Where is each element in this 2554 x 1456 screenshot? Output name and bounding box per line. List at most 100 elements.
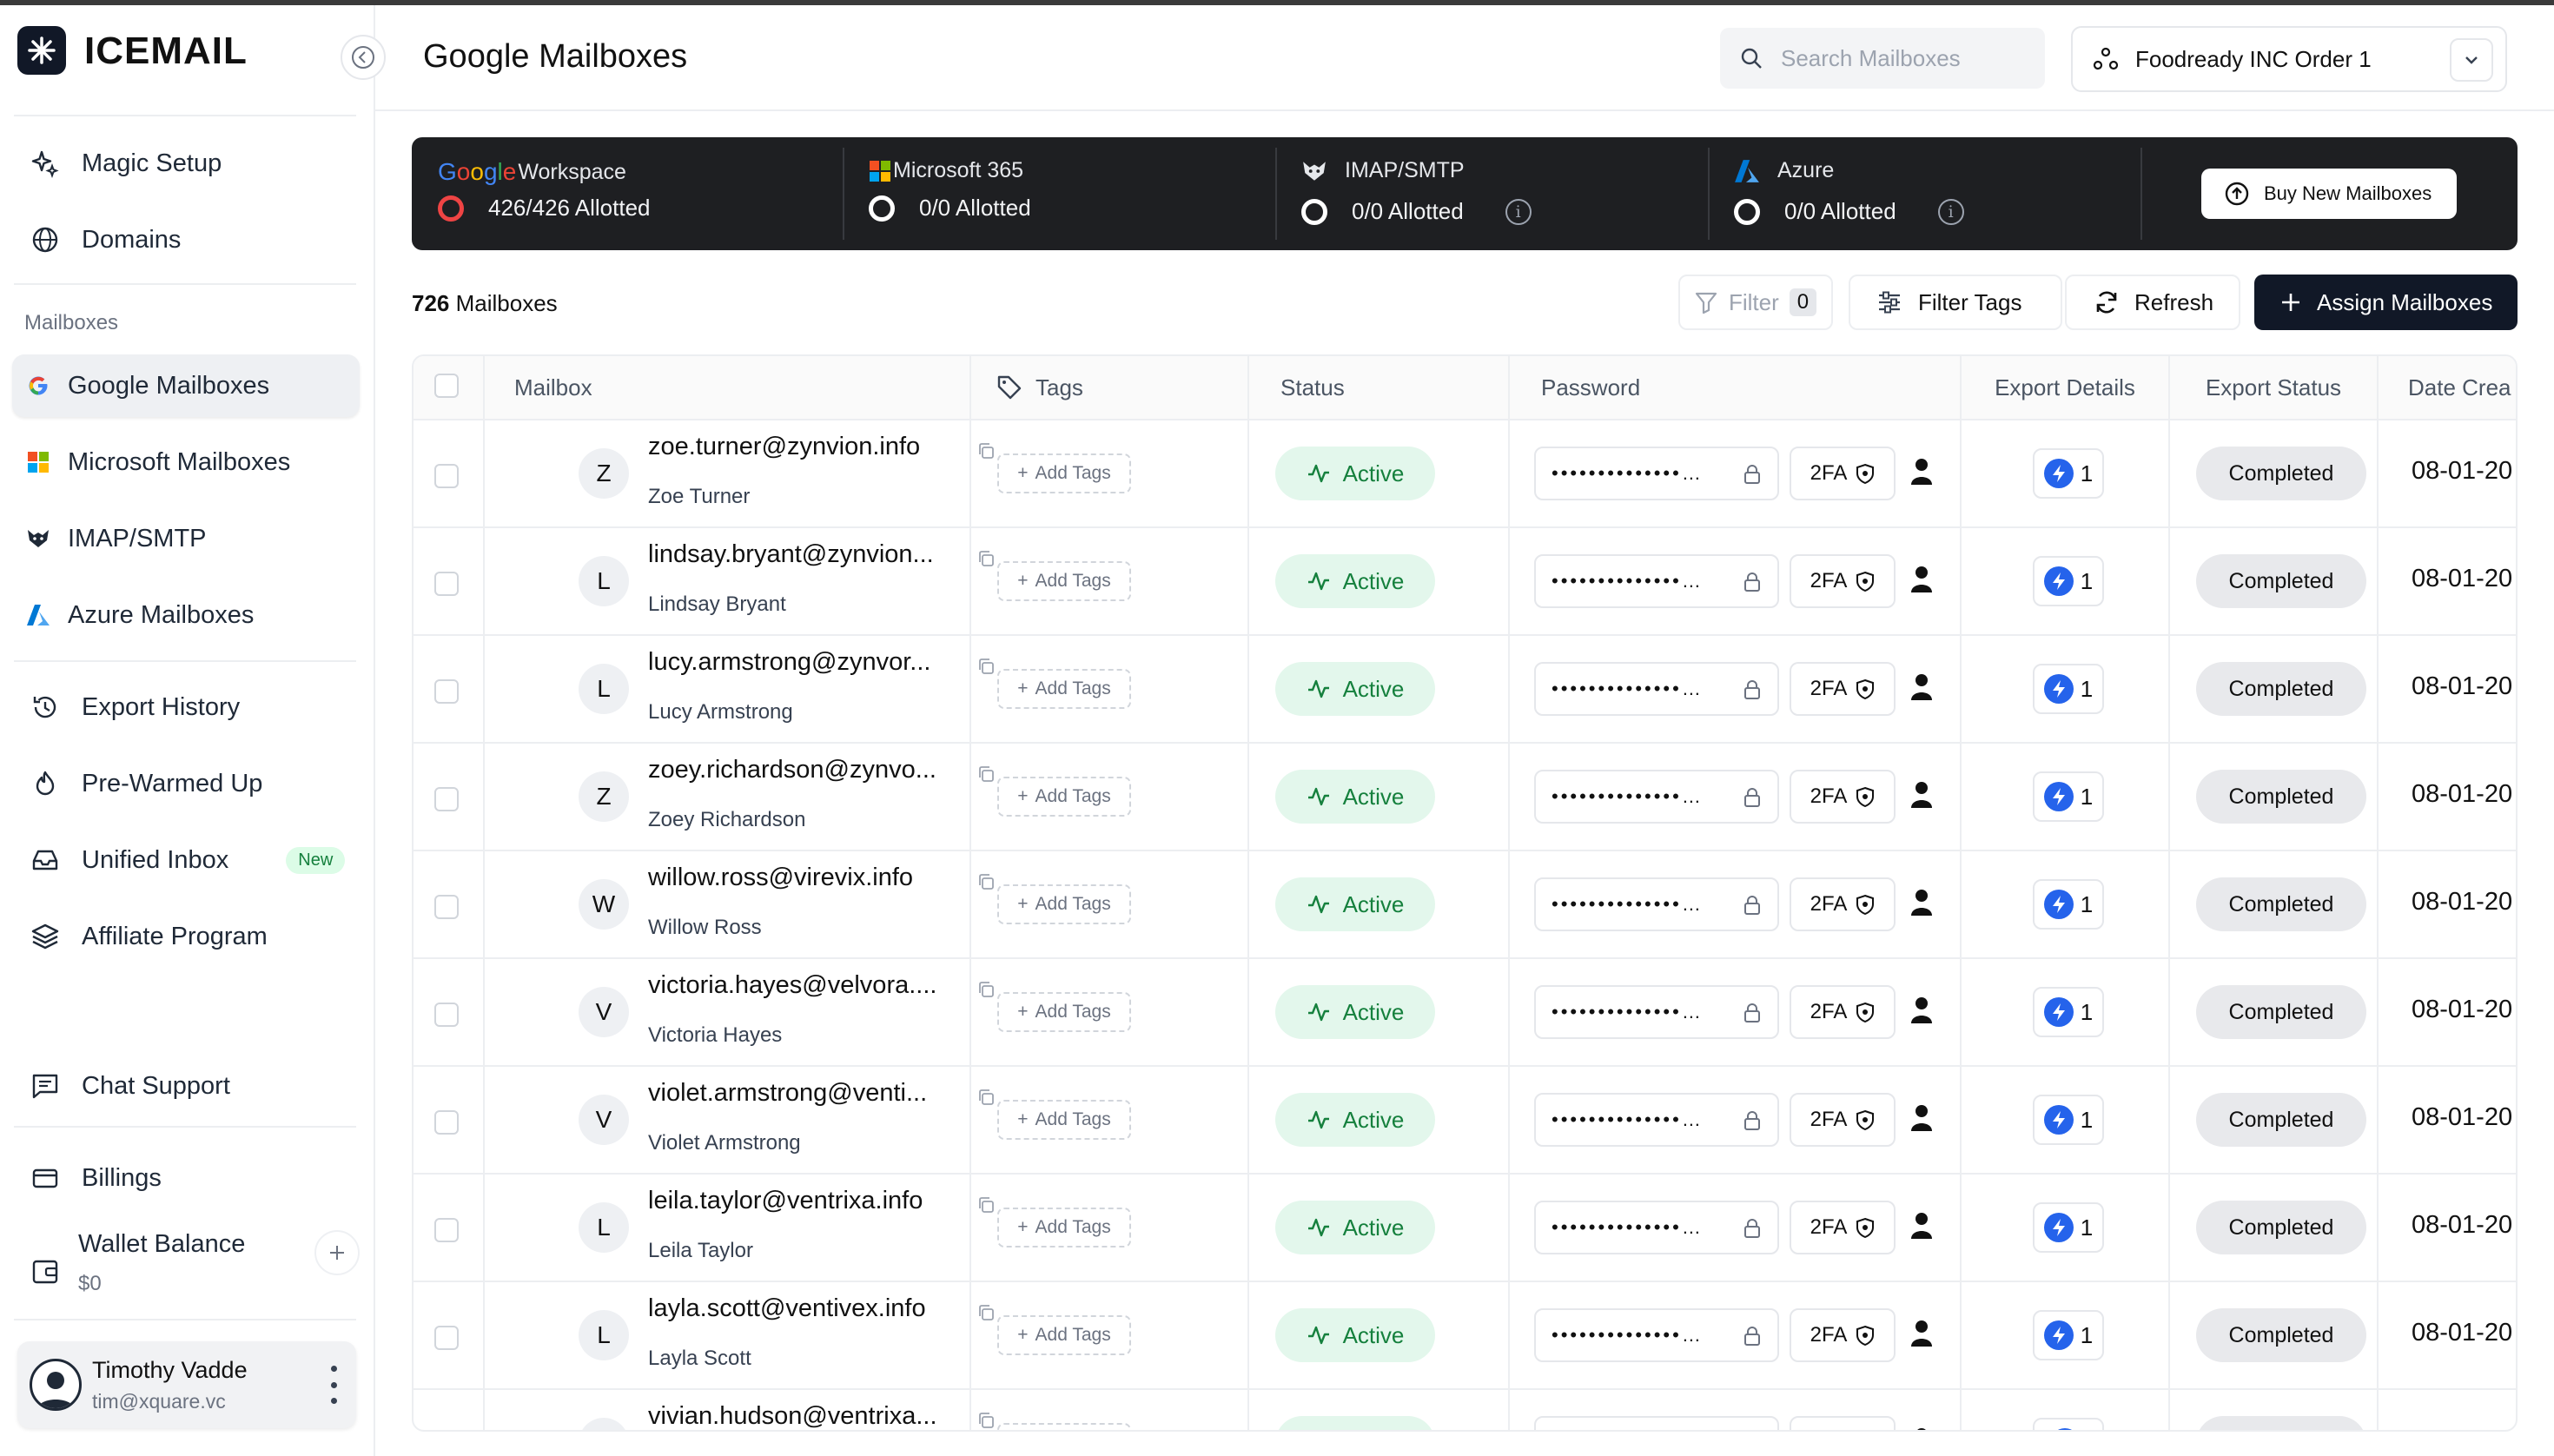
add-tags-button[interactable]: +Add Tags <box>997 669 1131 709</box>
mailbox-email[interactable]: leila.taylor@ventrixa.info <box>648 1187 923 1215</box>
nav-chat-support[interactable]: Chat Support <box>12 1055 360 1117</box>
password-field[interactable]: ••••••••••••••… <box>1534 554 1779 608</box>
add-tags-button[interactable]: +Add Tags <box>997 561 1131 601</box>
export-details-button[interactable]: 1 <box>2033 771 2104 822</box>
more-options-icon[interactable] <box>321 1366 346 1404</box>
export-details-button[interactable]: 1 <box>2033 879 2104 930</box>
add-tags-button[interactable]: +Add Tags <box>997 453 1131 493</box>
column-tags[interactable]: Tags <box>971 356 1249 419</box>
nav-azure-mailboxes[interactable]: Azure Mailboxes <box>12 584 360 646</box>
nav-microsoft-mailboxes[interactable]: Microsoft Mailboxes <box>12 431 360 493</box>
2fa-button[interactable]: 2FA <box>1790 1308 1896 1362</box>
password-field[interactable]: ••••••••••••••… <box>1534 1093 1779 1147</box>
user-icon[interactable] <box>1909 1426 1934 1432</box>
user-icon[interactable] <box>1909 996 1934 1025</box>
mailbox-email[interactable]: zoey.richardson@zynvo... <box>648 756 936 784</box>
mailbox-email[interactable]: vivian.hudson@ventrixa... <box>648 1402 937 1430</box>
lock-icon[interactable] <box>1743 787 1762 808</box>
buy-new-mailboxes-button[interactable]: Buy New Mailboxes <box>2201 169 2457 219</box>
password-field[interactable]: ••••••••••••••… <box>1534 770 1779 824</box>
nav-domains[interactable]: Domains <box>12 208 360 271</box>
nav-billings[interactable]: Billings <box>12 1147 360 1209</box>
nav-affiliate-program[interactable]: Affiliate Program <box>12 905 360 968</box>
provider-microsoft[interactable]: Microsoft 365 0/0 Allotted <box>869 137 1277 250</box>
password-field[interactable]: ••••••••••••••… <box>1534 1308 1779 1362</box>
password-field[interactable]: ••••••••••••••… <box>1534 447 1779 500</box>
nav-wallet-balance[interactable]: Wallet Balance <box>12 1230 299 1303</box>
export-details-button[interactable]: 1 <box>2033 556 2104 606</box>
2fa-button[interactable]: 2FA <box>1790 1416 1896 1430</box>
nav-imap-smtp[interactable]: IMAP/SMTP <box>12 507 360 570</box>
nav-google-mailboxes[interactable]: Google Mailboxes <box>12 354 360 417</box>
user-icon[interactable] <box>1909 1211 1934 1241</box>
add-tags-button[interactable]: +Add Tags <box>997 1315 1131 1355</box>
add-tags-button[interactable]: +Add Tags <box>997 777 1131 817</box>
chevron-down-icon[interactable] <box>2450 38 2493 82</box>
provider-azure[interactable]: Azure 0/0 Allotted i <box>1734 137 2142 250</box>
row-checkbox[interactable] <box>434 572 459 596</box>
filter-tags-button[interactable]: Filter Tags <box>1849 275 2062 330</box>
2fa-button[interactable]: 2FA <box>1790 662 1896 716</box>
lock-icon[interactable] <box>1743 895 1762 916</box>
add-tags-button[interactable]: +Add Tags <box>997 1423 1131 1430</box>
mailbox-email[interactable]: victoria.hayes@velvora.... <box>648 971 936 1000</box>
lock-icon[interactable] <box>1743 1326 1762 1347</box>
2fa-button[interactable]: 2FA <box>1790 877 1896 931</box>
row-checkbox[interactable] <box>434 679 459 704</box>
export-details-button[interactable] <box>2033 1418 2104 1430</box>
mailbox-email[interactable]: willow.ross@virevix.info <box>648 864 913 892</box>
lock-icon[interactable] <box>1743 1110 1762 1131</box>
add-tags-button[interactable]: +Add Tags <box>997 1208 1131 1248</box>
mailbox-email[interactable]: violet.armstrong@venti... <box>648 1079 927 1108</box>
nav-unified-inbox[interactable]: Unified Inbox New <box>12 829 360 891</box>
filter-button[interactable]: Filter 0 <box>1678 275 1833 330</box>
user-icon[interactable] <box>1909 1319 1934 1348</box>
mailbox-email[interactable]: lucy.armstrong@zynvor... <box>648 648 930 677</box>
lock-icon[interactable] <box>1743 1218 1762 1239</box>
export-details-button[interactable]: 1 <box>2033 664 2104 714</box>
user-icon[interactable] <box>1909 780 1934 810</box>
user-icon[interactable] <box>1909 565 1934 594</box>
lock-icon[interactable] <box>1743 1003 1762 1023</box>
2fa-button[interactable]: 2FA <box>1790 985 1896 1039</box>
column-mailbox[interactable]: Mailbox <box>485 356 971 419</box>
column-status[interactable]: Status <box>1249 356 1510 419</box>
2fa-button[interactable]: 2FA <box>1790 554 1896 608</box>
row-checkbox[interactable] <box>434 895 459 919</box>
mailbox-email[interactable]: layla.scott@ventivex.info <box>648 1294 926 1323</box>
password-field[interactable]: ••••••••••••••… <box>1534 1416 1779 1430</box>
column-export-status[interactable]: Export Status <box>2170 356 2379 419</box>
export-details-button[interactable]: 1 <box>2033 987 2104 1037</box>
column-date-created[interactable]: Date Crea <box>2379 356 2516 419</box>
row-checkbox[interactable] <box>434 787 459 811</box>
2fa-button[interactable]: 2FA <box>1790 1201 1896 1254</box>
assign-mailboxes-button[interactable]: Assign Mailboxes <box>2254 275 2518 330</box>
add-tags-button[interactable]: +Add Tags <box>997 992 1131 1032</box>
lock-icon[interactable] <box>1743 572 1762 592</box>
info-icon[interactable]: i <box>1937 198 1964 225</box>
add-funds-button[interactable] <box>314 1230 360 1275</box>
collapse-sidebar-button[interactable] <box>341 35 386 80</box>
select-all-checkbox[interactable] <box>434 374 459 398</box>
password-field[interactable]: ••••••••••••••… <box>1534 1201 1779 1254</box>
row-checkbox[interactable] <box>434 1326 459 1350</box>
2fa-button[interactable]: 2FA <box>1790 1093 1896 1147</box>
column-export-details[interactable]: Export Details <box>1962 356 2170 419</box>
password-field[interactable]: ••••••••••••••… <box>1534 877 1779 931</box>
add-tags-button[interactable]: +Add Tags <box>997 884 1131 924</box>
2fa-button[interactable]: 2FA <box>1790 770 1896 824</box>
export-details-button[interactable]: 1 <box>2033 448 2104 499</box>
2fa-button[interactable]: 2FA <box>1790 447 1896 500</box>
lock-icon[interactable] <box>1743 679 1762 700</box>
add-tags-button[interactable]: +Add Tags <box>997 1100 1131 1140</box>
row-checkbox[interactable] <box>434 1003 459 1027</box>
row-checkbox[interactable] <box>434 1110 459 1135</box>
export-details-button[interactable]: 1 <box>2033 1095 2104 1145</box>
mailbox-email[interactable]: lindsay.bryant@zynvion... <box>648 540 934 569</box>
refresh-button[interactable]: Refresh <box>2065 275 2240 330</box>
row-checkbox[interactable] <box>434 464 459 488</box>
mailbox-email[interactable]: zoe.turner@zynvion.info <box>648 433 920 461</box>
info-icon[interactable]: i <box>1505 198 1532 225</box>
export-details-button[interactable]: 1 <box>2033 1310 2104 1360</box>
user-icon[interactable] <box>1909 888 1934 917</box>
